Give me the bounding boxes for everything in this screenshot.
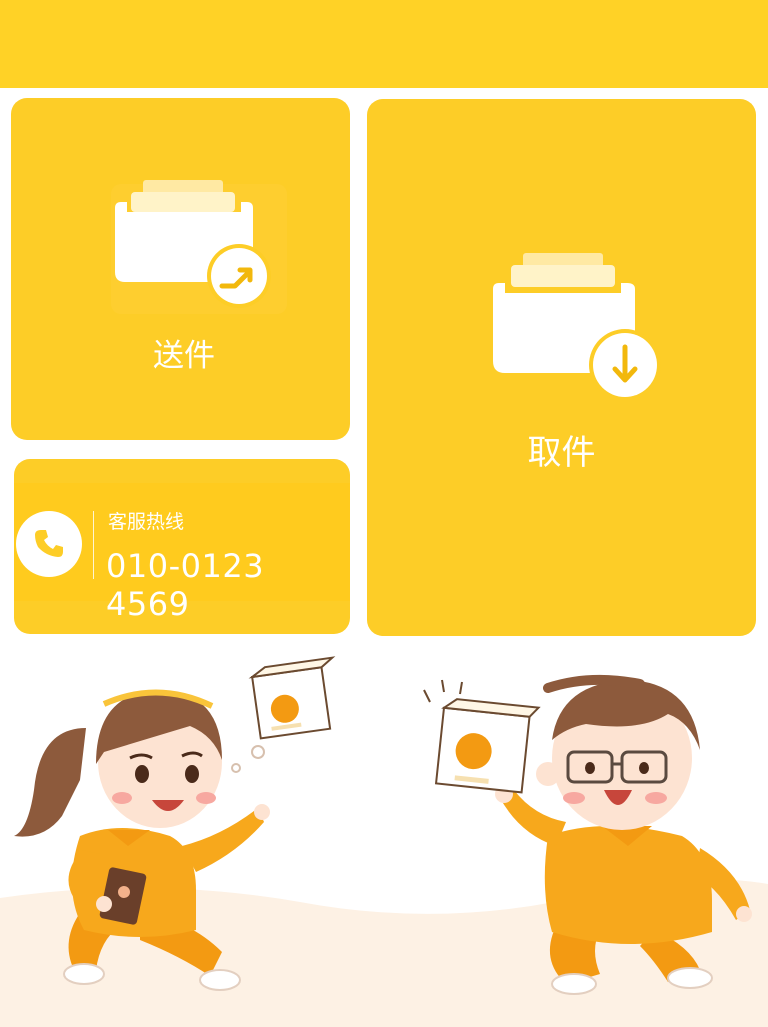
send-label: 送件: [153, 338, 215, 374]
receive-card[interactable]: 取件: [367, 99, 756, 636]
receive-label: 取件: [527, 433, 596, 473]
folder-send-icon: [111, 180, 287, 314]
hotline-number[interactable]: 010-0123 4569: [106, 547, 350, 623]
hotline-title: 客服热线: [108, 511, 185, 533]
folder-download-icon: [493, 253, 661, 399]
hotline-divider: [93, 511, 94, 579]
send-card[interactable]: 送件: [11, 98, 350, 440]
hotline-card[interactable]: 客服热线 010-0123 4569: [14, 459, 350, 634]
couriers-illustration: [0, 656, 768, 1027]
phone-icon: [16, 511, 82, 577]
top-bar: [0, 0, 768, 88]
